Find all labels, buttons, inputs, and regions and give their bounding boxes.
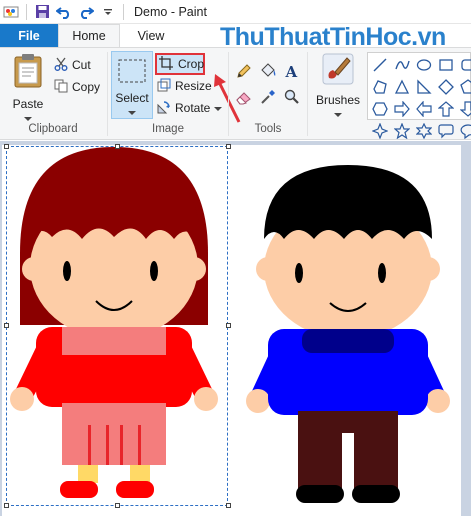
tab-file[interactable]: File — [0, 24, 58, 47]
cut-label: Cut — [72, 58, 91, 72]
tab-home[interactable]: Home — [58, 24, 120, 47]
title-separator — [123, 3, 124, 20]
brushes-button[interactable]: Brushes — [312, 52, 364, 120]
group-separator — [228, 52, 229, 136]
magnifier-icon[interactable] — [281, 86, 303, 108]
copy-icon — [54, 79, 68, 96]
chevron-down-icon — [128, 105, 136, 119]
selection-handle[interactable] — [115, 144, 120, 149]
oval-callout-shape-icon[interactable] — [458, 121, 471, 141]
window-title: Demo - Paint — [134, 4, 207, 19]
selection-handle[interactable] — [226, 323, 231, 328]
group-separator — [307, 52, 308, 136]
rectangle-shape-icon[interactable] — [436, 55, 456, 75]
clipboard-group-label: Clipboard — [28, 123, 78, 135]
customize-toolbar-icon[interactable] — [97, 1, 119, 23]
triangle-shape-icon[interactable] — [392, 77, 412, 97]
crop-label: Crop — [178, 57, 205, 71]
select-rect-icon — [117, 58, 147, 87]
rounded-callout-shape-icon[interactable] — [436, 121, 456, 141]
left-arrow-shape-icon[interactable] — [414, 99, 434, 119]
ribbon-home: Paste Cut Copy Clipboard Select Crop Res… — [0, 47, 471, 140]
selection-handle[interactable] — [115, 503, 120, 508]
rotate-icon — [157, 100, 171, 117]
image-group-label: Image — [152, 123, 184, 135]
right-arrow-shape-icon[interactable] — [392, 99, 412, 119]
crop-icon — [159, 55, 173, 73]
fill-icon[interactable] — [257, 60, 279, 82]
title-separator — [26, 3, 27, 20]
up-arrow-shape-icon[interactable] — [436, 99, 456, 119]
selection-handle[interactable] — [226, 503, 231, 508]
down-arrow-shape-icon[interactable] — [458, 99, 471, 119]
five-point-star-shape-icon[interactable] — [392, 121, 412, 141]
brushes-label: Brushes — [315, 93, 361, 107]
copy-label: Copy — [72, 80, 101, 94]
four-point-star-shape-icon[interactable] — [370, 121, 390, 141]
text-icon[interactable]: A — [281, 60, 303, 82]
select-button[interactable]: Select — [111, 51, 153, 119]
selection-handle[interactable] — [226, 144, 231, 149]
resize-button[interactable]: Resize — [157, 76, 212, 96]
paste-button[interactable]: Paste — [6, 52, 50, 121]
hexagon-shape-icon[interactable] — [370, 99, 390, 119]
cut-button[interactable]: Cut — [54, 55, 91, 75]
polygon-shape-icon[interactable] — [370, 77, 390, 97]
tools-group-label: Tools — [254, 123, 282, 135]
selection-handle[interactable] — [4, 503, 9, 508]
crop-button[interactable]: Crop — [155, 53, 205, 75]
diamond-shape-icon[interactable] — [436, 77, 456, 97]
paste-label: Paste — [12, 97, 44, 111]
six-point-star-shape-icon[interactable] — [414, 121, 434, 141]
save-icon[interactable] — [31, 1, 53, 23]
brush-icon — [321, 52, 355, 89]
scissors-icon — [54, 57, 68, 74]
svg-text:A: A — [285, 63, 298, 79]
rounded-rectangle-shape-icon[interactable] — [458, 55, 471, 75]
title-bar: Demo - Paint — [0, 0, 471, 24]
selection-handle[interactable] — [4, 323, 9, 328]
paste-icon — [12, 52, 44, 91]
shapes-gallery — [367, 52, 471, 139]
curve-shape-icon[interactable] — [392, 55, 412, 75]
tab-view[interactable]: View — [120, 24, 182, 47]
selection-handle[interactable] — [4, 144, 9, 149]
copy-button[interactable]: Copy — [54, 77, 100, 97]
paint-app-icon[interactable] — [0, 1, 22, 23]
redo-icon[interactable] — [75, 1, 97, 23]
pentagon-shape-icon[interactable] — [458, 77, 471, 97]
undo-icon[interactable] — [53, 1, 75, 23]
selection-rectangle[interactable] — [6, 146, 228, 506]
oval-shape-icon[interactable] — [414, 55, 434, 75]
select-label: Select — [115, 91, 149, 105]
chevron-down-icon — [334, 107, 342, 121]
right-triangle-shape-icon[interactable] — [414, 77, 434, 97]
line-shape-icon[interactable] — [370, 55, 390, 75]
pencil-icon[interactable] — [233, 60, 255, 82]
color-picker-icon[interactable] — [257, 86, 279, 108]
eraser-icon[interactable] — [233, 86, 255, 108]
resize-icon — [157, 78, 171, 95]
boy-character — [246, 165, 450, 503]
